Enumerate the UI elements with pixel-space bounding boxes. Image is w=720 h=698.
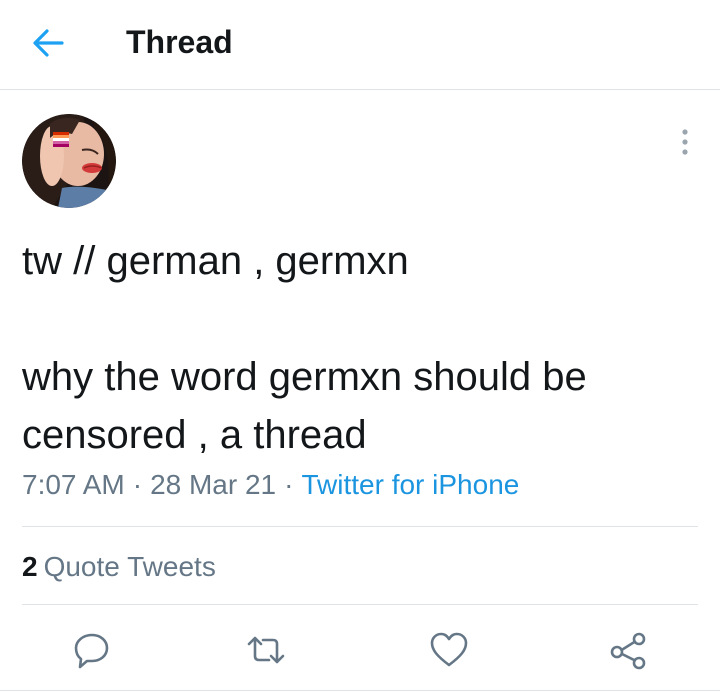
profile-photo — [22, 114, 116, 208]
share-icon — [610, 632, 646, 670]
share-button[interactable] — [606, 628, 650, 672]
arrow-left-icon — [33, 29, 64, 57]
reply-button[interactable] — [70, 628, 114, 672]
tweet-time: 7:07 AM — [22, 469, 125, 500]
source-client-link[interactable]: Twitter for iPhone — [301, 469, 519, 500]
tweet-text: tw // german , germxn why the word germx… — [22, 239, 587, 457]
tweet-meta: 7:07 AM · 28 Mar 21 · Twitter for iPhone — [22, 466, 519, 504]
tweet-date: 28 Mar 21 — [150, 469, 277, 500]
tweet-detail-screen: Thread tw // german , germxn why the wor… — [0, 0, 720, 698]
separator: · — [284, 469, 294, 500]
separator: · — [132, 469, 143, 500]
more-options-button[interactable] — [668, 124, 702, 160]
more-vertical-icon — [682, 129, 688, 155]
heart-icon — [430, 632, 468, 667]
divider — [22, 526, 698, 527]
avatar[interactable] — [22, 114, 116, 208]
quote-tweets-link[interactable]: 2 Quote Tweets — [22, 548, 216, 586]
like-button[interactable] — [427, 628, 471, 672]
retweet-icon — [247, 636, 285, 664]
quote-count: 2 — [22, 551, 38, 582]
reply-icon — [74, 633, 109, 669]
retweet-button[interactable] — [244, 628, 288, 672]
quote-label: Quote Tweets — [43, 551, 216, 582]
divider — [22, 604, 698, 605]
bottom-divider — [0, 690, 720, 691]
top-bar: Thread — [0, 0, 720, 90]
back-button[interactable] — [28, 26, 68, 60]
page-title: Thread — [126, 24, 233, 60]
